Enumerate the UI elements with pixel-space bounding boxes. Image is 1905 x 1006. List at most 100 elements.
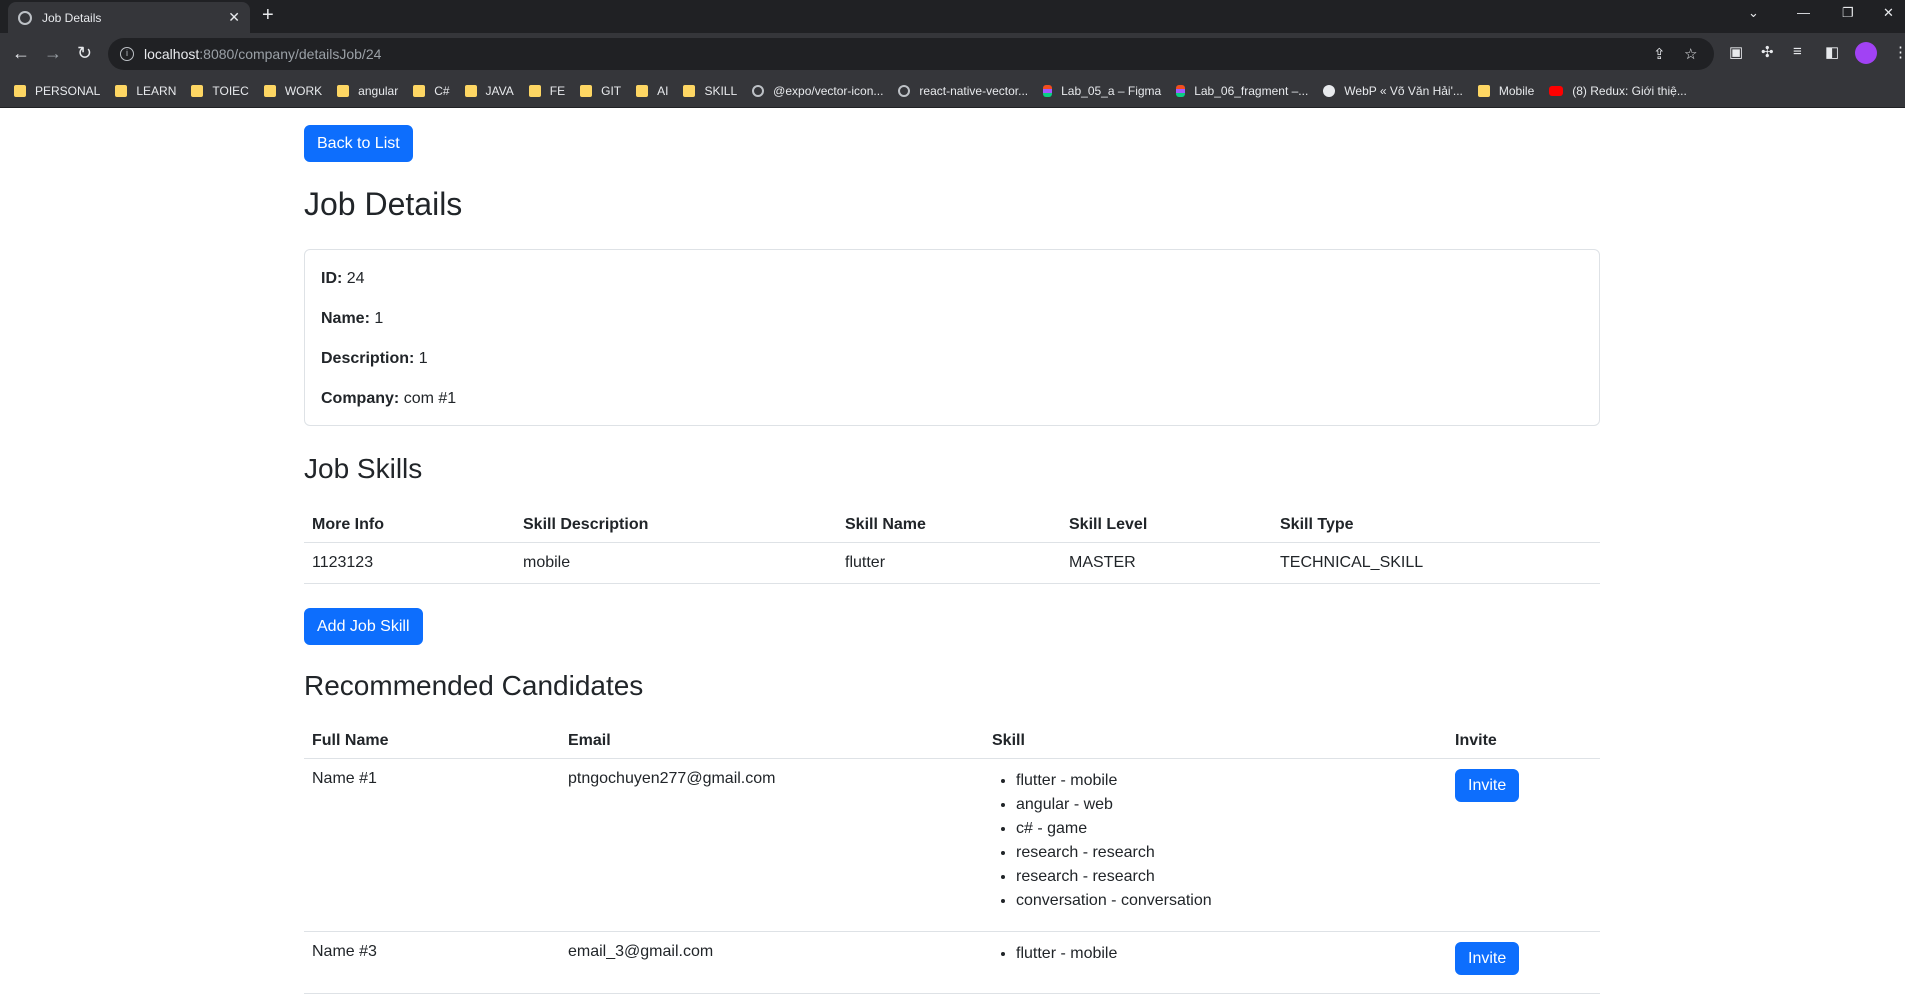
bookmark-label: C# (434, 84, 450, 98)
bookmark-item[interactable]: angular (337, 84, 398, 98)
folder-icon (337, 85, 350, 97)
figma-icon (1176, 85, 1186, 97)
side-panel-icon[interactable]: ◧ (1825, 43, 1839, 61)
bookmark-label: AI (657, 84, 669, 98)
bookmark-item[interactable]: AI (636, 84, 668, 98)
bookmark-label: Mobile (1498, 84, 1535, 98)
candidate-row: Name #3email_3@gmail.com flutter - mobile… (304, 931, 1600, 994)
bookmark-label: GIT (601, 84, 622, 98)
bookmark-label: (8) Redux: Giới thiệ... (1572, 84, 1687, 98)
translate-icon[interactable]: ▣ (1729, 43, 1743, 61)
bookmark-item[interactable]: Lab_06_fragment –... (1176, 84, 1308, 98)
detail-description: Description: 1 (321, 350, 428, 367)
bookmark-item[interactable]: PERSONAL (14, 84, 100, 98)
job-skills-heading: Job Skills (304, 453, 423, 484)
star-icon[interactable]: ☆ (1684, 45, 1697, 63)
close-tab-icon[interactable]: ✕ (228, 9, 240, 26)
candidate-skills: flutter - mobileangular - webc# - gamere… (984, 758, 1447, 932)
minimize-icon[interactable]: — (1797, 5, 1810, 20)
new-tab-icon[interactable]: + (262, 4, 274, 27)
invite-button[interactable]: Invite (1455, 942, 1520, 975)
job-details-card: ID: 24 Name: 1 Description: 1 Company: c… (304, 249, 1600, 426)
bookmark-item[interactable]: @expo/vector-icon... (752, 84, 883, 98)
folder-icon (1477, 85, 1490, 97)
column-header: Invite (1447, 722, 1600, 759)
bookmark-label: FE (549, 84, 566, 98)
bookmark-item[interactable]: LEARN (115, 84, 176, 98)
bookmark-label: WORK (284, 84, 323, 98)
chevron-down-icon[interactable]: ⌄ (1748, 5, 1759, 21)
bookmark-label: JAVA (485, 84, 514, 98)
bookmark-item[interactable]: Mobile (1477, 84, 1535, 98)
forward-arrow-icon[interactable]: → (44, 43, 62, 64)
skill-item: flutter - mobile (1016, 942, 1439, 966)
page-title: Job Details (304, 186, 463, 222)
tab-title: Job Details (42, 10, 102, 25)
bookmark-label: Lab_06_fragment –... (1194, 84, 1309, 98)
bookmark-item[interactable]: SKILL (683, 84, 737, 98)
candidate-email: email_3@gmail.com (560, 931, 984, 994)
close-window-icon[interactable]: ✕ (1883, 5, 1894, 21)
restore-icon[interactable]: ❐ (1842, 5, 1854, 21)
back-to-list-button[interactable]: Back to List (304, 125, 413, 162)
bookmark-item[interactable]: C# (413, 84, 450, 98)
column-header: Skill (984, 722, 1447, 759)
url-path: :8080/company/detailsJob/24 (199, 46, 382, 62)
column-header: Skill Level (1061, 506, 1272, 543)
bookmark-item[interactable]: TOIEC (191, 84, 249, 98)
browser-toolbar: ← → ↻ i localhost:8080/company/detailsJo… (0, 33, 1905, 75)
job-skills-table: More Info Skill Description Skill Name Skil… (304, 506, 1600, 584)
invite-button[interactable]: Invite (1455, 769, 1520, 802)
menu-icon[interactable]: ⋮ (1893, 43, 1905, 61)
folder-icon (14, 85, 26, 97)
back-arrow-icon[interactable]: ← (12, 43, 30, 64)
bookmarks-bar: PERSONAL LEARN TOIEC WORK angular C# JAVA FE GIT… (0, 75, 1905, 108)
bookmark-item[interactable]: WORK (263, 84, 323, 98)
skill-list: flutter - mobileangular - webc# - gamere… (992, 769, 1439, 913)
reading-list-icon[interactable]: ≡ (1793, 43, 1802, 60)
bookmark-label: angular (358, 84, 399, 98)
table-cell: flutter (837, 542, 1061, 584)
info-icon[interactable]: i (120, 47, 134, 61)
table-cell: MASTER (1061, 542, 1272, 584)
table-row: 1123123 mobile flutter MASTER TECHNICAL_SKIL… (304, 542, 1600, 584)
folder-icon (528, 85, 541, 97)
folder-icon (636, 85, 649, 97)
bookmark-item[interactable]: Lab_05_a – Figma (1043, 84, 1161, 98)
column-header: Email (560, 722, 984, 759)
folder-icon (115, 85, 128, 97)
candidate-skills: flutter - mobile (984, 931, 1447, 994)
candidate-invite: Invite (1447, 931, 1600, 994)
add-job-skill-button[interactable]: Add Job Skill (304, 608, 423, 645)
reload-icon[interactable]: ↻ (77, 43, 92, 64)
candidates-table: Full Name Email Skill Invite Name #1 ptngoch… (304, 722, 1600, 994)
recommended-candidates-heading: Recommended Candidates (304, 670, 644, 701)
column-header: Skill Type (1272, 506, 1600, 543)
address-bar[interactable]: i localhost:8080/company/detailsJob/24 ⇪… (108, 38, 1714, 70)
browser-tab[interactable]: Job Details ✕ (8, 2, 250, 33)
bookmark-item[interactable]: FE (528, 84, 566, 98)
avatar[interactable] (1855, 42, 1877, 64)
bookmark-item[interactable]: react-native-vector... (898, 84, 1028, 98)
bookmark-item[interactable]: JAVA (464, 84, 514, 98)
skill-item: research - research (1016, 865, 1439, 889)
bookmark-label: react-native-vector... (919, 84, 1029, 98)
bookmark-label: LEARN (136, 84, 177, 98)
figma-icon (1043, 85, 1053, 97)
candidate-email: ptngochuyen277@gmail.com (560, 758, 984, 932)
folder-icon (683, 85, 696, 97)
candidate-invite: Invite (1447, 758, 1600, 932)
detail-name: Name: 1 (321, 310, 384, 327)
bookmark-label: WebP « Võ Văn Hải'... (1344, 84, 1463, 98)
bookmark-item[interactable]: (8) Redux: Giới thiệ... (1549, 84, 1687, 98)
candidate-row: Name #1ptngochuyen277@gmail.comflutter -… (304, 758, 1600, 932)
column-header: Skill Description (515, 506, 837, 543)
folder-icon (191, 85, 204, 97)
bookmark-item[interactable]: GIT (580, 84, 621, 98)
share-icon[interactable]: ⇪ (1653, 45, 1666, 63)
skill-item: c# - game (1016, 817, 1439, 841)
extensions-icon[interactable]: ✣ (1761, 43, 1774, 61)
folder-icon (580, 85, 593, 97)
bookmark-label: Lab_05_a – Figma (1061, 84, 1162, 98)
bookmark-item[interactable]: WebP « Võ Văn Hải'... (1323, 84, 1463, 98)
